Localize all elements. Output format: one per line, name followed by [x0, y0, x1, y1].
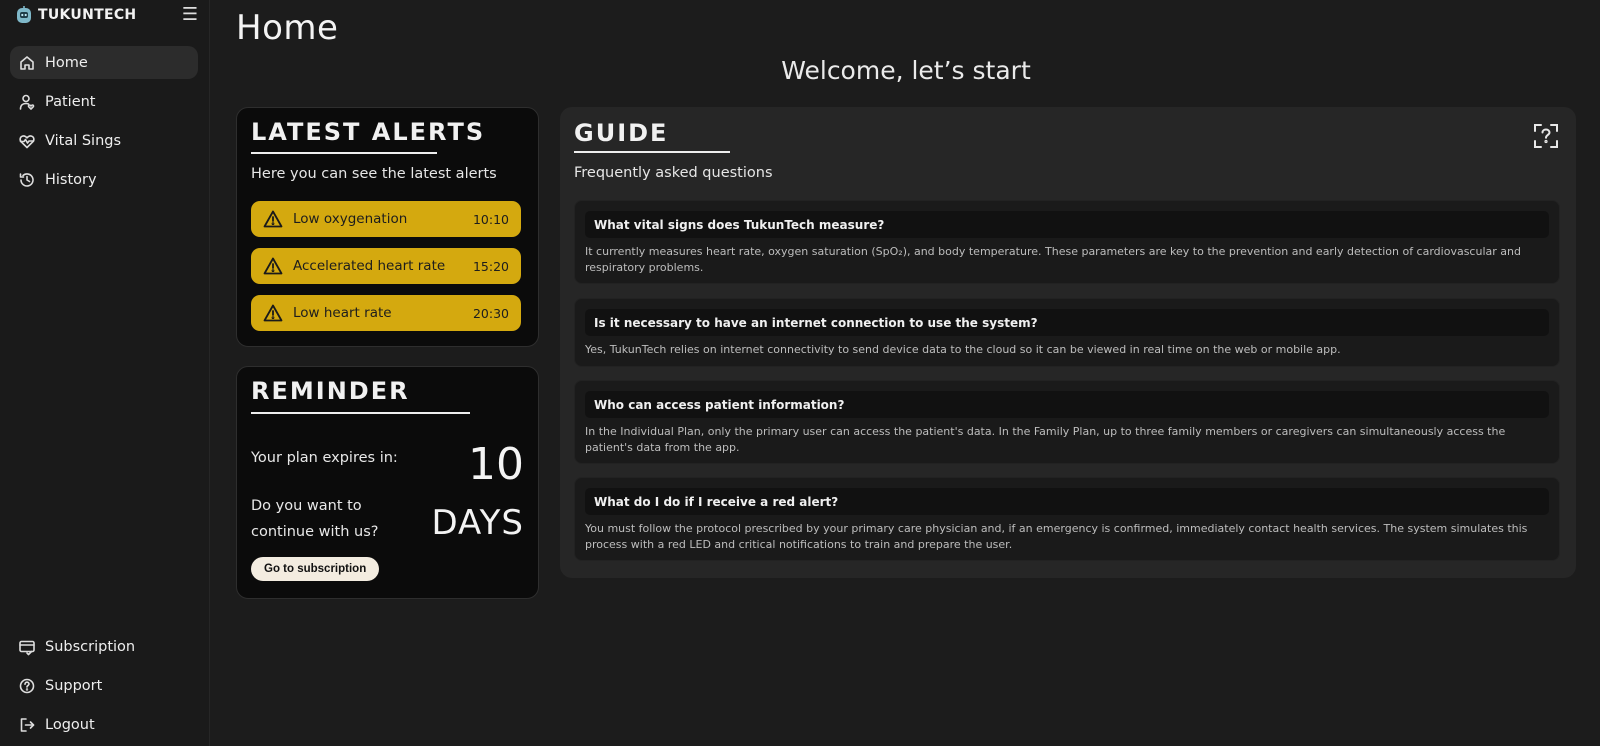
- plan-expires-text: Your plan expires in:: [251, 450, 398, 466]
- sidebar-item-label: Patient: [45, 93, 96, 110]
- sidebar-item-label: Support: [45, 677, 103, 694]
- sidebar-item-home[interactable]: Home: [10, 46, 198, 79]
- reminder-title-underline: [251, 412, 470, 414]
- faq-item: Is it necessary to have an internet conn…: [574, 298, 1560, 367]
- faq-question[interactable]: What do I do if I receive a red alert?: [585, 488, 1549, 515]
- faq-question[interactable]: Who can access patient information?: [585, 391, 1549, 418]
- alert-label: Low heart rate: [293, 305, 392, 321]
- faq-answer: Yes, TukunTech relies on internet connec…: [585, 343, 1341, 356]
- sidebar-item-label: Subscription: [45, 638, 136, 655]
- history-icon: [18, 171, 36, 189]
- alert-label: Low oxygenation: [293, 211, 408, 227]
- alert-item[interactable]: Low heart rate 20:30: [251, 295, 521, 331]
- sidebar-item-history[interactable]: History: [10, 163, 198, 196]
- heart-pulse-icon: [18, 132, 36, 150]
- page-title: Home: [236, 8, 339, 48]
- alert-time: 15:20: [472, 258, 509, 274]
- welcome-heading: Welcome, let’s start: [781, 56, 1031, 85]
- hamburger-icon[interactable]: ☰: [182, 6, 198, 24]
- faq-item: What vital signs does TukunTech measure?…: [574, 200, 1560, 284]
- sidebar-item-label: History: [45, 171, 97, 188]
- sidebar-item-label: Home: [45, 54, 88, 71]
- days-remaining-unit: DAYS: [431, 503, 524, 543]
- scan-question-icon[interactable]: [1532, 122, 1560, 150]
- sidebar: TUKUNTECH ☰ Home Patient Vital Sings His…: [0, 0, 210, 746]
- guide-title-underline: [574, 151, 730, 153]
- sidebar-item-label: Vital Sings: [45, 132, 122, 149]
- robot-logo-icon: [16, 6, 32, 24]
- guide-title: GUIDE: [574, 119, 669, 147]
- brand: TUKUNTECH ☰: [16, 4, 198, 26]
- sidebar-item-support[interactable]: Support: [10, 669, 198, 702]
- brand-name: TUKUNTECH: [38, 7, 137, 23]
- alert-time: 10:10: [472, 211, 509, 227]
- faq-answer: It currently measures heart rate, oxygen…: [585, 245, 1521, 274]
- alert-label: Accelerated heart rate: [293, 258, 446, 274]
- warning-icon: [263, 303, 283, 323]
- alerts-title-underline: [251, 152, 437, 154]
- days-remaining-number: 10: [468, 439, 524, 490]
- alerts-subtitle: Here you can see the latest alerts: [251, 166, 497, 182]
- reminder-title: REMINDER: [251, 377, 410, 405]
- continue-text-line1: Do you want to: [251, 498, 362, 514]
- alert-item[interactable]: Low oxygenation 10:10: [251, 201, 521, 237]
- faq-question[interactable]: Is it necessary to have an internet conn…: [585, 309, 1549, 336]
- sidebar-item-label: Logout: [45, 716, 95, 733]
- guide-panel: GUIDE Frequently asked questions What vi…: [560, 107, 1576, 578]
- sidebar-item-subscription[interactable]: Subscription: [10, 630, 198, 663]
- alert-item[interactable]: Accelerated heart rate 15:20: [251, 248, 521, 284]
- warning-icon: [263, 209, 283, 229]
- logout-icon: [18, 716, 36, 734]
- help-circle-icon: [18, 677, 36, 695]
- sidebar-item-logout[interactable]: Logout: [10, 708, 198, 741]
- user-heart-icon: [18, 93, 36, 111]
- reminder-card: REMINDER Your plan expires in: Do you wa…: [236, 366, 539, 599]
- continue-text-line2: continue with us?: [251, 524, 379, 540]
- go-to-subscription-button[interactable]: Go to subscription: [251, 557, 380, 581]
- faq-answer: In the Individual Plan, only the primary…: [585, 425, 1506, 454]
- faq-question[interactable]: What vital signs does TukunTech measure?: [585, 211, 1549, 238]
- guide-subtitle: Frequently asked questions: [574, 165, 773, 181]
- card-check-icon: [18, 638, 36, 656]
- faq-item: What do I do if I receive a red alert? Y…: [574, 477, 1560, 561]
- sidebar-item-vital-sings[interactable]: Vital Sings: [10, 124, 198, 157]
- home-icon: [18, 54, 36, 72]
- faq-item: Who can access patient information? In t…: [574, 380, 1560, 464]
- faq-answer: You must follow the protocol prescribed …: [585, 522, 1528, 551]
- sidebar-item-patient[interactable]: Patient: [10, 85, 198, 118]
- alert-time: 20:30: [472, 305, 509, 321]
- latest-alerts-card: LATEST ALERTS Here you can see the lates…: [236, 107, 539, 347]
- alerts-title: LATEST ALERTS: [251, 118, 486, 146]
- warning-icon: [263, 256, 283, 276]
